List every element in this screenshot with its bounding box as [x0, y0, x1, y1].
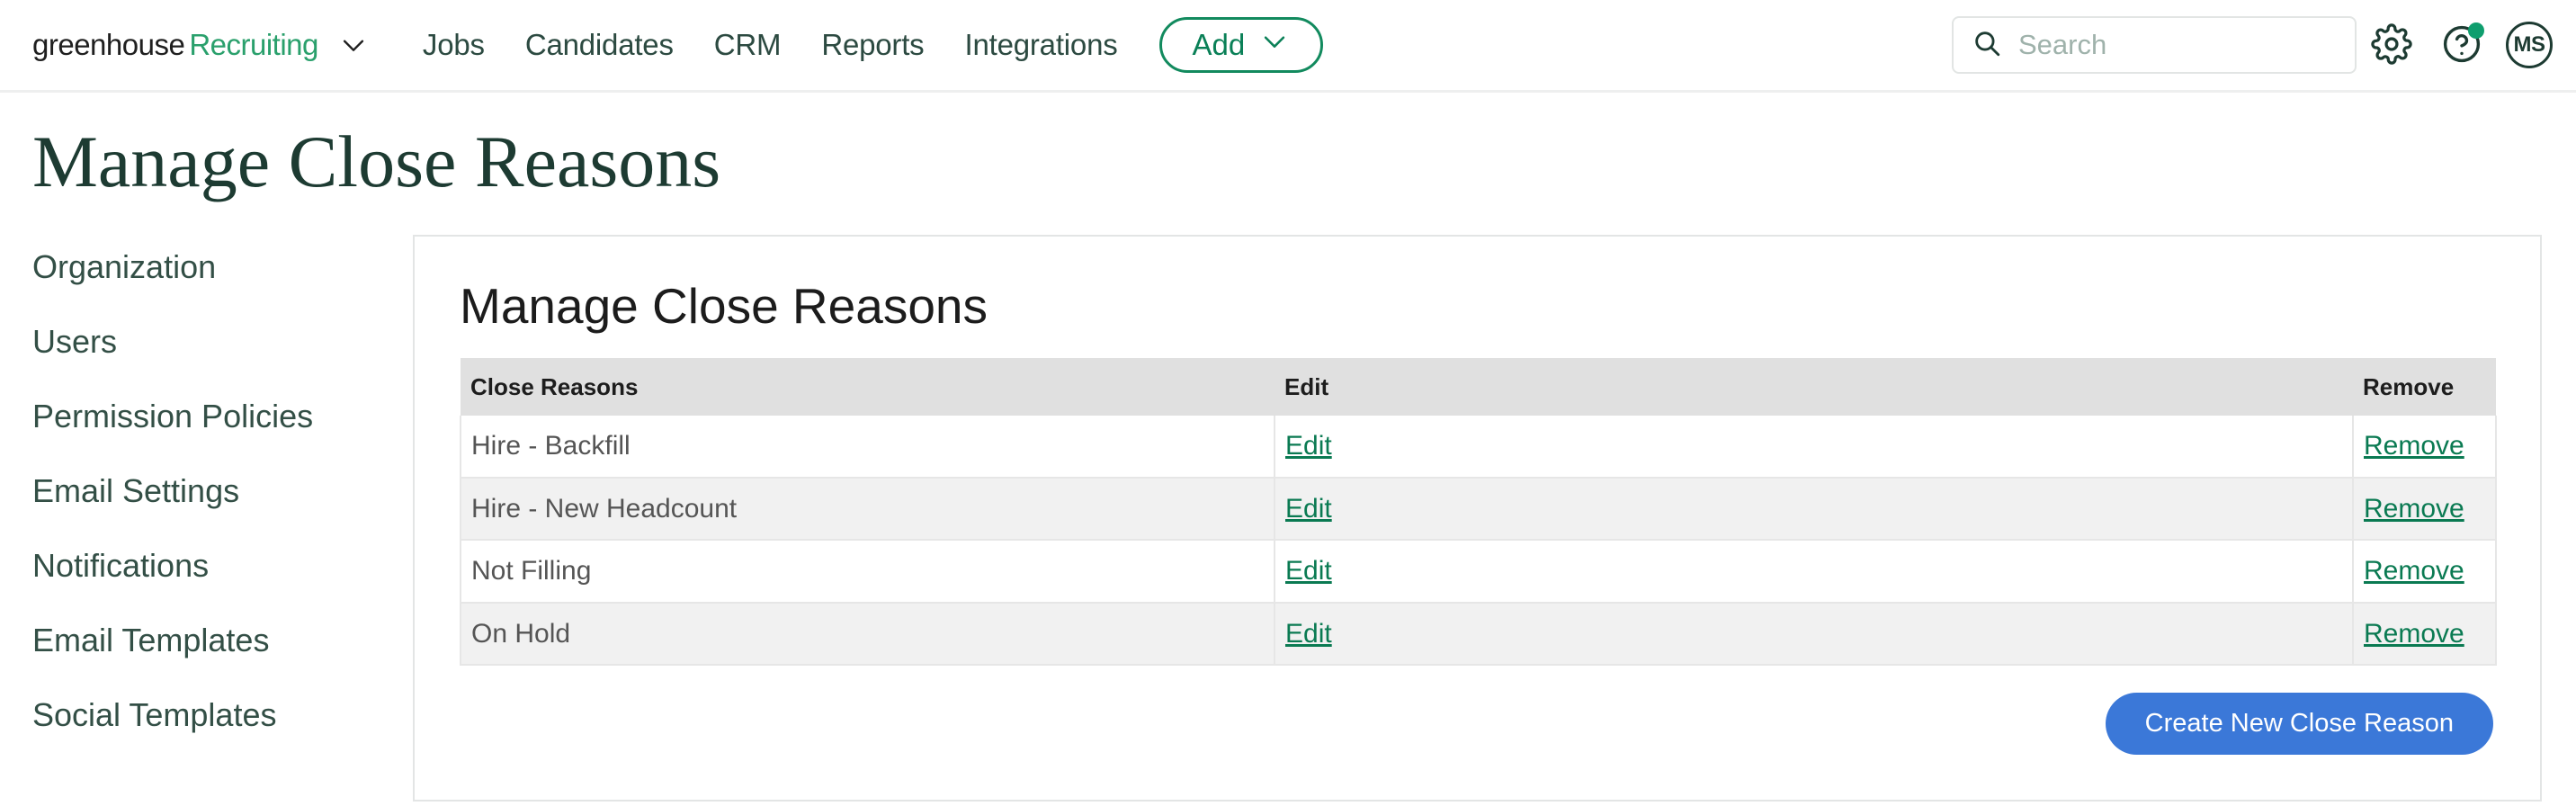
page-title: Manage Close Reasons	[32, 125, 2576, 199]
sidebar-item-users[interactable]: Users	[32, 326, 413, 358]
column-header-remove: Remove	[2353, 358, 2496, 416]
create-new-close-reason-button[interactable]: Create New Close Reason	[2106, 693, 2493, 755]
remove-link[interactable]: Remove	[2364, 431, 2464, 461]
cell-close-reason: On Hold	[461, 603, 1275, 666]
sidebar-item-email-templates[interactable]: Email Templates	[32, 624, 413, 657]
cell-remove: Remove	[2353, 540, 2496, 603]
cell-remove: Remove	[2353, 416, 2496, 478]
cell-edit: Edit	[1275, 416, 2353, 478]
search-icon	[1972, 28, 2002, 63]
edit-link[interactable]: Edit	[1285, 431, 1332, 461]
table-body: Hire - Backfill Edit Remove Hire - New H…	[461, 416, 2496, 665]
settings-sidebar: Organization Users Permission Policies E…	[0, 235, 413, 802]
edit-link[interactable]: Edit	[1285, 494, 1332, 524]
settings-button[interactable]	[2357, 10, 2427, 80]
cell-edit: Edit	[1275, 478, 2353, 541]
nav-link-candidates[interactable]: Candidates	[525, 28, 674, 62]
page-body: Organization Users Permission Policies E…	[0, 235, 2576, 802]
add-button-label: Add	[1193, 28, 1246, 62]
sidebar-item-notifications[interactable]: Notifications	[32, 550, 413, 582]
cell-remove: Remove	[2353, 478, 2496, 541]
remove-link[interactable]: Remove	[2364, 556, 2464, 586]
cell-close-reason: Not Filling	[461, 540, 1275, 603]
brand-name-greenhouse: greenhouse	[32, 28, 184, 62]
card-title: Manage Close Reasons	[460, 282, 2493, 331]
remove-link[interactable]: Remove	[2364, 494, 2464, 524]
cell-close-reason: Hire - New Headcount	[461, 478, 1275, 541]
topbar-right-controls: MS	[1952, 0, 2553, 90]
search-input[interactable]	[2017, 28, 2337, 62]
brand-name-recruiting: Recruiting	[189, 28, 318, 62]
close-reasons-table: Close Reasons Edit Remove Hire - Backfil…	[460, 358, 2497, 666]
close-reasons-card: Manage Close Reasons Close Reasons Edit …	[413, 235, 2542, 802]
top-navigation-bar: greenhouse Recruiting Jobs Candidates CR…	[0, 0, 2576, 93]
chevron-down-icon[interactable]	[338, 30, 369, 60]
column-header-edit: Edit	[1275, 358, 2353, 416]
avatar[interactable]: MS	[2506, 22, 2553, 68]
edit-link[interactable]: Edit	[1285, 619, 1332, 649]
table-header-row: Close Reasons Edit Remove	[461, 358, 2496, 416]
table-row: On Hold Edit Remove	[461, 603, 2496, 666]
cell-edit: Edit	[1275, 603, 2353, 666]
add-button[interactable]: Add	[1159, 17, 1324, 73]
chevron-down-icon	[1259, 26, 1290, 64]
table-row: Not Filling Edit Remove	[461, 540, 2496, 603]
table-head: Close Reasons Edit Remove	[461, 358, 2496, 416]
help-button[interactable]	[2427, 10, 2497, 80]
cell-close-reason: Hire - Backfill	[461, 416, 1275, 478]
table-row: Hire - New Headcount Edit Remove	[461, 478, 2496, 541]
sidebar-item-organization[interactable]: Organization	[32, 251, 413, 283]
nav-link-jobs[interactable]: Jobs	[423, 28, 485, 62]
notification-dot	[2468, 22, 2484, 39]
edit-link[interactable]: Edit	[1285, 556, 1332, 586]
cell-edit: Edit	[1275, 540, 2353, 603]
brand-logo[interactable]: greenhouse Recruiting	[32, 28, 369, 62]
main-nav-links: Jobs Candidates CRM Reports Integrations	[423, 28, 1118, 62]
card-footer: Create New Close Reason	[460, 693, 2493, 755]
sidebar-item-permission-policies[interactable]: Permission Policies	[32, 400, 413, 433]
search-box[interactable]	[1952, 16, 2357, 74]
sidebar-item-email-settings[interactable]: Email Settings	[32, 475, 413, 507]
gear-icon	[2371, 23, 2412, 67]
cell-remove: Remove	[2353, 603, 2496, 666]
remove-link[interactable]: Remove	[2364, 619, 2464, 649]
nav-link-crm[interactable]: CRM	[714, 28, 782, 62]
table-row: Hire - Backfill Edit Remove	[461, 416, 2496, 478]
nav-link-reports[interactable]: Reports	[821, 28, 924, 62]
column-header-close-reasons: Close Reasons	[461, 358, 1275, 416]
nav-link-integrations[interactable]: Integrations	[964, 28, 1117, 62]
sidebar-item-social-templates[interactable]: Social Templates	[32, 699, 413, 731]
